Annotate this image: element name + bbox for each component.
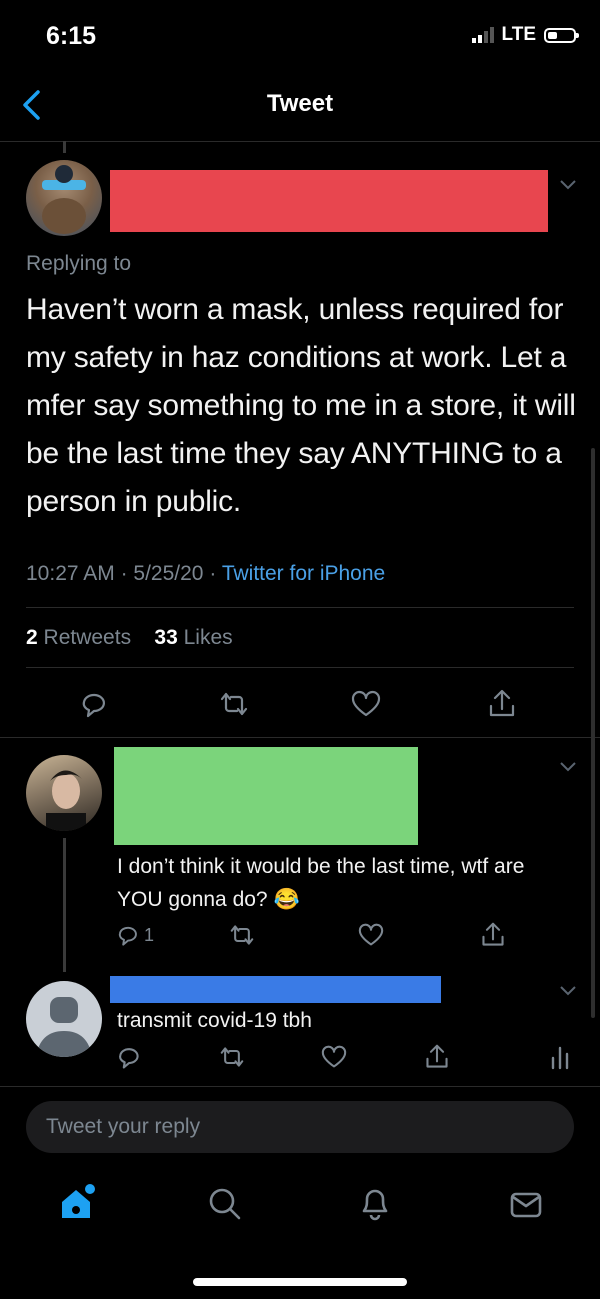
tweet-time: 10:27 AM: [26, 562, 115, 585]
analytics-icon[interactable]: [549, 1044, 571, 1070]
stats-divider-top: [26, 607, 574, 608]
retweet-icon[interactable]: [218, 690, 250, 718]
tweet-divider: [0, 737, 600, 738]
status-indicators: LTE: [471, 24, 579, 46]
share-icon[interactable]: [480, 921, 506, 949]
signal-icon: [471, 27, 494, 43]
stats-divider-bottom: [26, 667, 574, 668]
retweets-count: 2: [26, 626, 38, 649]
retweets-label: Retweets: [43, 626, 132, 649]
like-icon[interactable]: [320, 1045, 348, 1069]
retweets-stat[interactable]: 2 Retweets: [26, 626, 131, 649]
thread-line-top: [63, 141, 66, 153]
like-icon[interactable]: [357, 923, 385, 947]
home-icon[interactable]: [56, 1182, 98, 1224]
status-time: 6:15: [46, 22, 97, 50]
default-avatar[interactable]: [26, 981, 102, 1057]
reply2-body: transmit covid-19 tbh: [117, 1009, 312, 1032]
author-avatar[interactable]: [26, 160, 102, 236]
home-indicator: [193, 1278, 407, 1286]
tweet-meta: 10:27 AM · 5/25/20 · Twitter for iPhone: [26, 562, 385, 586]
reply-icon[interactable]: [79, 689, 109, 719]
likes-label: Likes: [183, 626, 233, 649]
scrollbar[interactable]: [591, 448, 595, 1018]
reply-options-chevron-icon[interactable]: [558, 760, 578, 774]
likes-count: 33: [154, 626, 178, 649]
search-icon[interactable]: [207, 1186, 243, 1222]
replying-to-label: Replying to: [26, 252, 132, 275]
meta-separator: ·: [209, 562, 217, 585]
composer-divider: [0, 1086, 600, 1087]
reply-icon[interactable]: [116, 1044, 142, 1070]
reply-author-redaction: [114, 747, 418, 845]
tweet-body: Haven’t worn a mask, unless required for…: [26, 293, 576, 518]
page-title: Tweet: [266, 90, 334, 117]
author-name-redaction: [110, 170, 548, 232]
tweet-options-chevron-icon[interactable]: [558, 178, 578, 192]
reply-count: 1: [144, 925, 155, 945]
reply-avatar[interactable]: [26, 755, 102, 831]
laughing-emoji: 😂: [273, 888, 300, 911]
header-divider: [0, 141, 600, 142]
share-icon[interactable]: [487, 688, 517, 720]
network-label: LTE: [501, 24, 536, 45]
reply-input[interactable]: Tweet your reply: [26, 1101, 574, 1153]
likes-stat[interactable]: 33 Likes: [154, 626, 232, 649]
notifications-icon[interactable]: [358, 1184, 392, 1222]
tweet-source-link[interactable]: Twitter for iPhone: [222, 562, 385, 585]
tweet-date: 5/25/20: [133, 562, 204, 585]
share-icon[interactable]: [424, 1043, 450, 1071]
retweet-icon[interactable]: [228, 923, 256, 947]
battery-icon: [544, 27, 579, 43]
like-icon[interactable]: [350, 690, 382, 718]
meta-separator: ·: [120, 562, 128, 585]
messages-icon[interactable]: [509, 1190, 543, 1220]
tweet-stats: 2 Retweets 33 Likes: [26, 626, 233, 650]
reply-icon[interactable]: [116, 923, 140, 947]
reply2-author-redaction: [110, 976, 441, 1003]
reply-text: I don’t think it would be the last time,…: [117, 855, 525, 911]
reply2-options-chevron-icon[interactable]: [558, 984, 578, 998]
thread-line: [63, 838, 66, 972]
retweet-icon[interactable]: [218, 1045, 246, 1069]
reply-body: I don’t think it would be the last time,…: [117, 850, 537, 916]
